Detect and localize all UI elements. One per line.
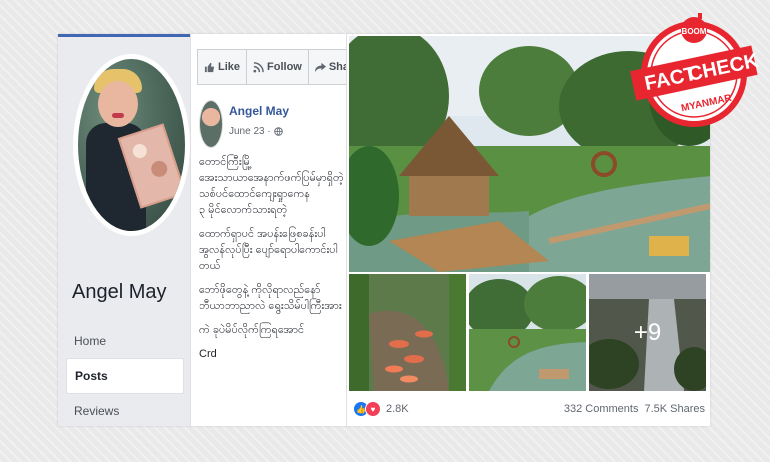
nav-item-home[interactable]: Home <box>66 324 184 358</box>
comment-count[interactable]: 332 Comments <box>564 403 639 415</box>
thumbs-up-icon <box>204 62 215 72</box>
reaction-icons[interactable]: 👍 ♥ <box>353 401 381 417</box>
post-line: အေးသာယာအေနာက်ဖက်ပြမ်မှာရှိတဲ့ <box>199 172 344 184</box>
garden-photo <box>469 274 586 391</box>
share-arrow-icon <box>314 62 326 72</box>
profile-nav: Home Posts Reviews <box>66 324 184 426</box>
photo-waterfall[interactable]: +9 <box>589 274 706 391</box>
fish-pond-photo <box>349 274 466 391</box>
follow-button[interactable]: Follow <box>247 50 309 84</box>
facebook-post-screenshot: Angel May Home Posts Reviews Like Follow… <box>58 34 710 426</box>
reaction-count[interactable]: 2.8K <box>386 403 409 415</box>
follow-label: Follow <box>267 61 302 73</box>
fact-check-stamp: BOOM FACT CHECK MYANMAR <box>630 13 760 127</box>
post-line: သစ်ပင်ထောင်ကျေးရှုာကေန <box>199 188 310 200</box>
love-reaction-icon: ♥ <box>365 401 381 417</box>
profile-picture[interactable] <box>73 54 190 236</box>
post-line: ဘီယာဘာညာလဲ ရွေးသိမ်ပါကြီးအား <box>199 300 342 312</box>
nav-item-posts[interactable]: Posts <box>66 358 184 394</box>
post-line: ဘော်ဖိုတွေနဲ့ ကိုလိုရာလည်နော် <box>199 284 321 296</box>
reaction-bar: 👍 ♥ 2.8K 332 Comments 7.5K Shares <box>353 396 705 422</box>
post-line: အွလန်လုပ်ပြီး ပျော်ရောပါကောင်းပါတယ် <box>199 244 338 272</box>
stamp-brand: BOOM <box>682 27 707 36</box>
photo-fish-pond[interactable] <box>349 274 466 391</box>
post-date-text: June 23 · <box>229 126 271 137</box>
post-signature: Crd <box>199 348 217 360</box>
post-body: တောင်ကြီးမြို့ အေးသာယာအေနာက်ဖက်ပြမ်မှာရှ… <box>199 154 345 362</box>
more-photos-overlay[interactable]: +9 <box>589 274 706 391</box>
globe-icon <box>273 127 283 136</box>
post-line: ၃ မိုင်လောက်သားရတဲ့ <box>199 204 288 216</box>
profile-sidebar: Angel May Home Posts Reviews <box>58 34 190 426</box>
post-line: ကဲ ခုပဲမိပ်လိုက်ကြရအောင် <box>199 324 305 336</box>
post-line: တောင်ကြီးမြို့ <box>199 156 252 168</box>
share-count[interactable]: 7.5K Shares <box>644 403 705 415</box>
photo-garden-overview[interactable] <box>469 274 586 391</box>
post-column: Like Follow Share ··· Angel May June 23 … <box>190 34 391 426</box>
post-timestamp[interactable]: June 23 · <box>229 126 283 137</box>
post-author-name[interactable]: Angel May <box>229 104 289 118</box>
rss-icon <box>253 61 264 73</box>
post-author-avatar[interactable] <box>199 100 223 148</box>
nav-item-reviews[interactable]: Reviews <box>66 394 184 426</box>
post-line: ထောက်ရှာပင် အပန်းဖြေစခန်းပါ <box>199 228 326 240</box>
like-label: Like <box>218 61 241 73</box>
like-button[interactable]: Like <box>198 50 248 84</box>
profile-name[interactable]: Angel May <box>72 281 167 304</box>
